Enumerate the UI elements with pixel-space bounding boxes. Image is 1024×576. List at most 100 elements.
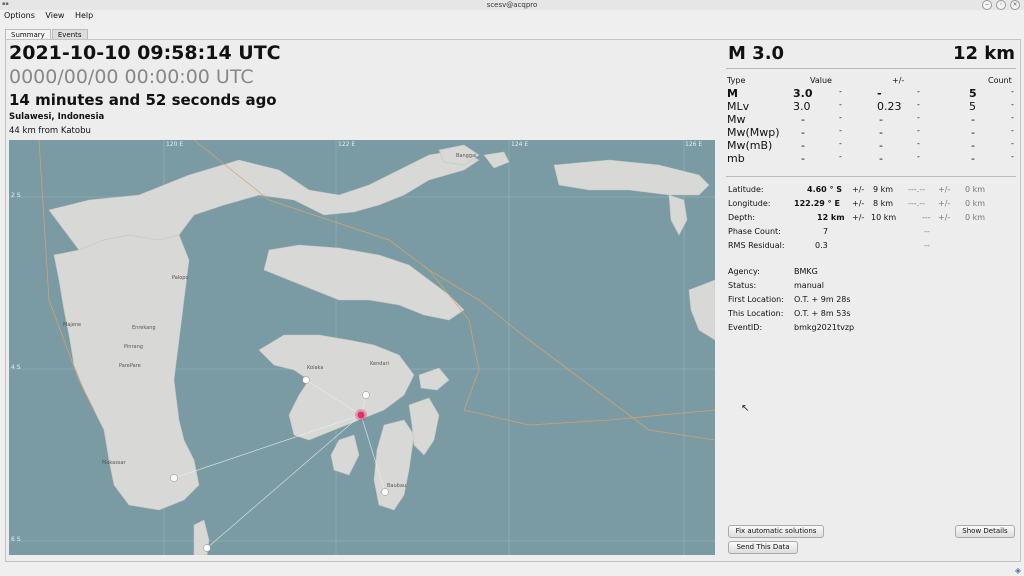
grid-label-124e: 124 E <box>511 141 529 148</box>
mag-count: - <box>971 113 975 126</box>
mag-dash: - <box>839 113 842 122</box>
col-pm: +/- <box>892 76 905 85</box>
longitude-label: Longitude: <box>728 199 771 208</box>
mag-dash: - <box>917 87 920 96</box>
mag-value: 3.0 <box>793 87 813 100</box>
agency-label: Agency: <box>728 267 760 276</box>
mag-pm: 0.23 <box>877 100 902 113</box>
grid-label-120e: 120 E <box>166 141 184 148</box>
mag-value: - <box>801 139 805 152</box>
mag-type: Mw <box>727 113 746 126</box>
table-row[interactable]: Mw - - - - - - <box>727 113 1017 126</box>
latitude-alt: ---.-- <box>908 185 925 194</box>
grid-label-126e: 126 E <box>685 141 703 148</box>
fix-automatic-solutions-button[interactable]: Fix automatic solutions <box>728 525 824 538</box>
mag-dash: - <box>917 100 920 109</box>
mag-pm: - <box>879 113 883 126</box>
longitude-alt: ---.-- <box>908 199 925 208</box>
table-row[interactable]: M 3.0 - - - 5 - <box>727 87 1017 100</box>
mag-dash: - <box>917 139 920 148</box>
mag-dash: - <box>839 126 842 135</box>
grid-label-6s: 6 S <box>11 536 21 543</box>
mag-type: M <box>727 87 738 100</box>
longitude-alt-pm: +/- <box>938 199 951 208</box>
nearest-city: 44 km from Katobu <box>9 126 91 136</box>
divider <box>726 68 1016 69</box>
agency-value: BMKG <box>794 267 818 276</box>
event-map[interactable]: 120 E 122 E 124 E 126 E 2 S 4 S 6 S Bang… <box>9 140 715 555</box>
close-icon[interactable]: × <box>1010 0 1020 10</box>
eventid-label: EventID: <box>728 323 763 332</box>
table-row[interactable]: MLv 3.0 - 0.23 - 5 - <box>727 100 1017 113</box>
first-location-label: First Location: <box>728 295 784 304</box>
phase-count-value: 7 <box>823 227 829 236</box>
mag-count: 5 <box>969 100 976 113</box>
mag-type: mb <box>727 152 745 165</box>
place-label: Banggai <box>456 153 477 159</box>
eventid-value: bmkg2021tvzp <box>794 323 855 332</box>
mag-count: - <box>971 152 975 165</box>
rms-alt: -- <box>924 241 930 250</box>
mag-value: - <box>801 113 805 126</box>
depth-alt-unc: 0 km <box>965 213 986 222</box>
menu-bar: Options View Help <box>0 10 1024 23</box>
window-titlebar: ▪▪ scesv@acqpro ‒ ◦ × <box>0 0 1024 10</box>
col-value: Value <box>810 76 832 85</box>
grid-label-122e: 122 E <box>338 141 356 148</box>
mag-type: Mw(Mwp) <box>727 126 780 139</box>
status-tray-icon[interactable]: ◈ <box>1015 566 1021 575</box>
place-label: Makassar <box>102 460 126 466</box>
place-label: Pinrang <box>124 344 143 350</box>
mag-value: - <box>801 126 805 139</box>
mouse-cursor-icon: ↖ <box>741 403 750 414</box>
longitude-value: 122.29 ° E <box>794 199 840 208</box>
mag-dash: - <box>1011 139 1014 148</box>
mag-dash: - <box>839 87 842 96</box>
place-label: Enrekang <box>132 325 156 331</box>
secondary-time: 0000/00/00 00:00:00 UTC <box>9 66 254 88</box>
window-controls: ‒ ◦ × <box>982 0 1020 10</box>
place-label: Baubau <box>387 483 407 489</box>
grid-label-2s: 2 S <box>11 192 21 199</box>
mag-pm: - <box>877 87 882 100</box>
mag-type: Mw(mB) <box>727 139 773 152</box>
mag-value: 3.0 <box>793 100 811 113</box>
place-label: Majene <box>63 322 82 328</box>
place-label: Kolaka <box>307 365 324 371</box>
depth-summary: 12 km <box>952 43 1015 64</box>
mag-type: MLv <box>727 100 750 113</box>
table-row[interactable]: mb - - - - - - <box>727 152 1017 165</box>
send-this-data-button[interactable]: Send This Data <box>728 541 798 554</box>
menu-options[interactable]: Options <box>0 10 39 20</box>
minimize-icon[interactable]: ‒ <box>982 0 992 10</box>
origin-time: 2021-10-10 09:58:14 UTC <box>9 42 281 64</box>
mag-dash: - <box>917 113 920 122</box>
place-label: Palopo <box>172 275 189 281</box>
magnitude-summary: M 3.0 <box>728 43 785 64</box>
phase-count-label: Phase Count: <box>728 227 781 236</box>
mag-dash: - <box>1011 152 1014 161</box>
mag-pm: - <box>879 152 883 165</box>
map-canvas <box>9 140 715 555</box>
depth-label: Depth: <box>728 213 756 222</box>
mag-dash: - <box>839 139 842 148</box>
show-details-button[interactable]: Show Details <box>955 525 1015 538</box>
grid-label-4s: 4 S <box>11 364 21 371</box>
region-name: Sulawesi, Indonesia <box>9 112 105 122</box>
longitude-uncertainty: 8 km <box>873 199 894 208</box>
place-label: Kendari <box>370 361 389 367</box>
menu-view[interactable]: View <box>41 10 68 20</box>
latitude-alt-unc: 0 km <box>965 185 986 194</box>
mag-value: - <box>801 152 805 165</box>
first-location-value: O.T. + 9m 28s <box>794 295 851 304</box>
latitude-label: Latitude: <box>728 185 764 194</box>
mag-dash: - <box>917 152 920 161</box>
status-label: Status: <box>728 281 757 290</box>
table-row[interactable]: Mw(mB) - - - - - - <box>727 139 1017 152</box>
phase-count-alt: -- <box>924 227 930 236</box>
depth-alt: --- <box>922 213 931 222</box>
latitude-pm: +/- <box>852 185 865 194</box>
menu-help[interactable]: Help <box>71 10 97 20</box>
table-row[interactable]: Mw(Mwp) - - - - - - <box>727 126 1017 139</box>
maximize-icon[interactable]: ◦ <box>996 0 1006 10</box>
